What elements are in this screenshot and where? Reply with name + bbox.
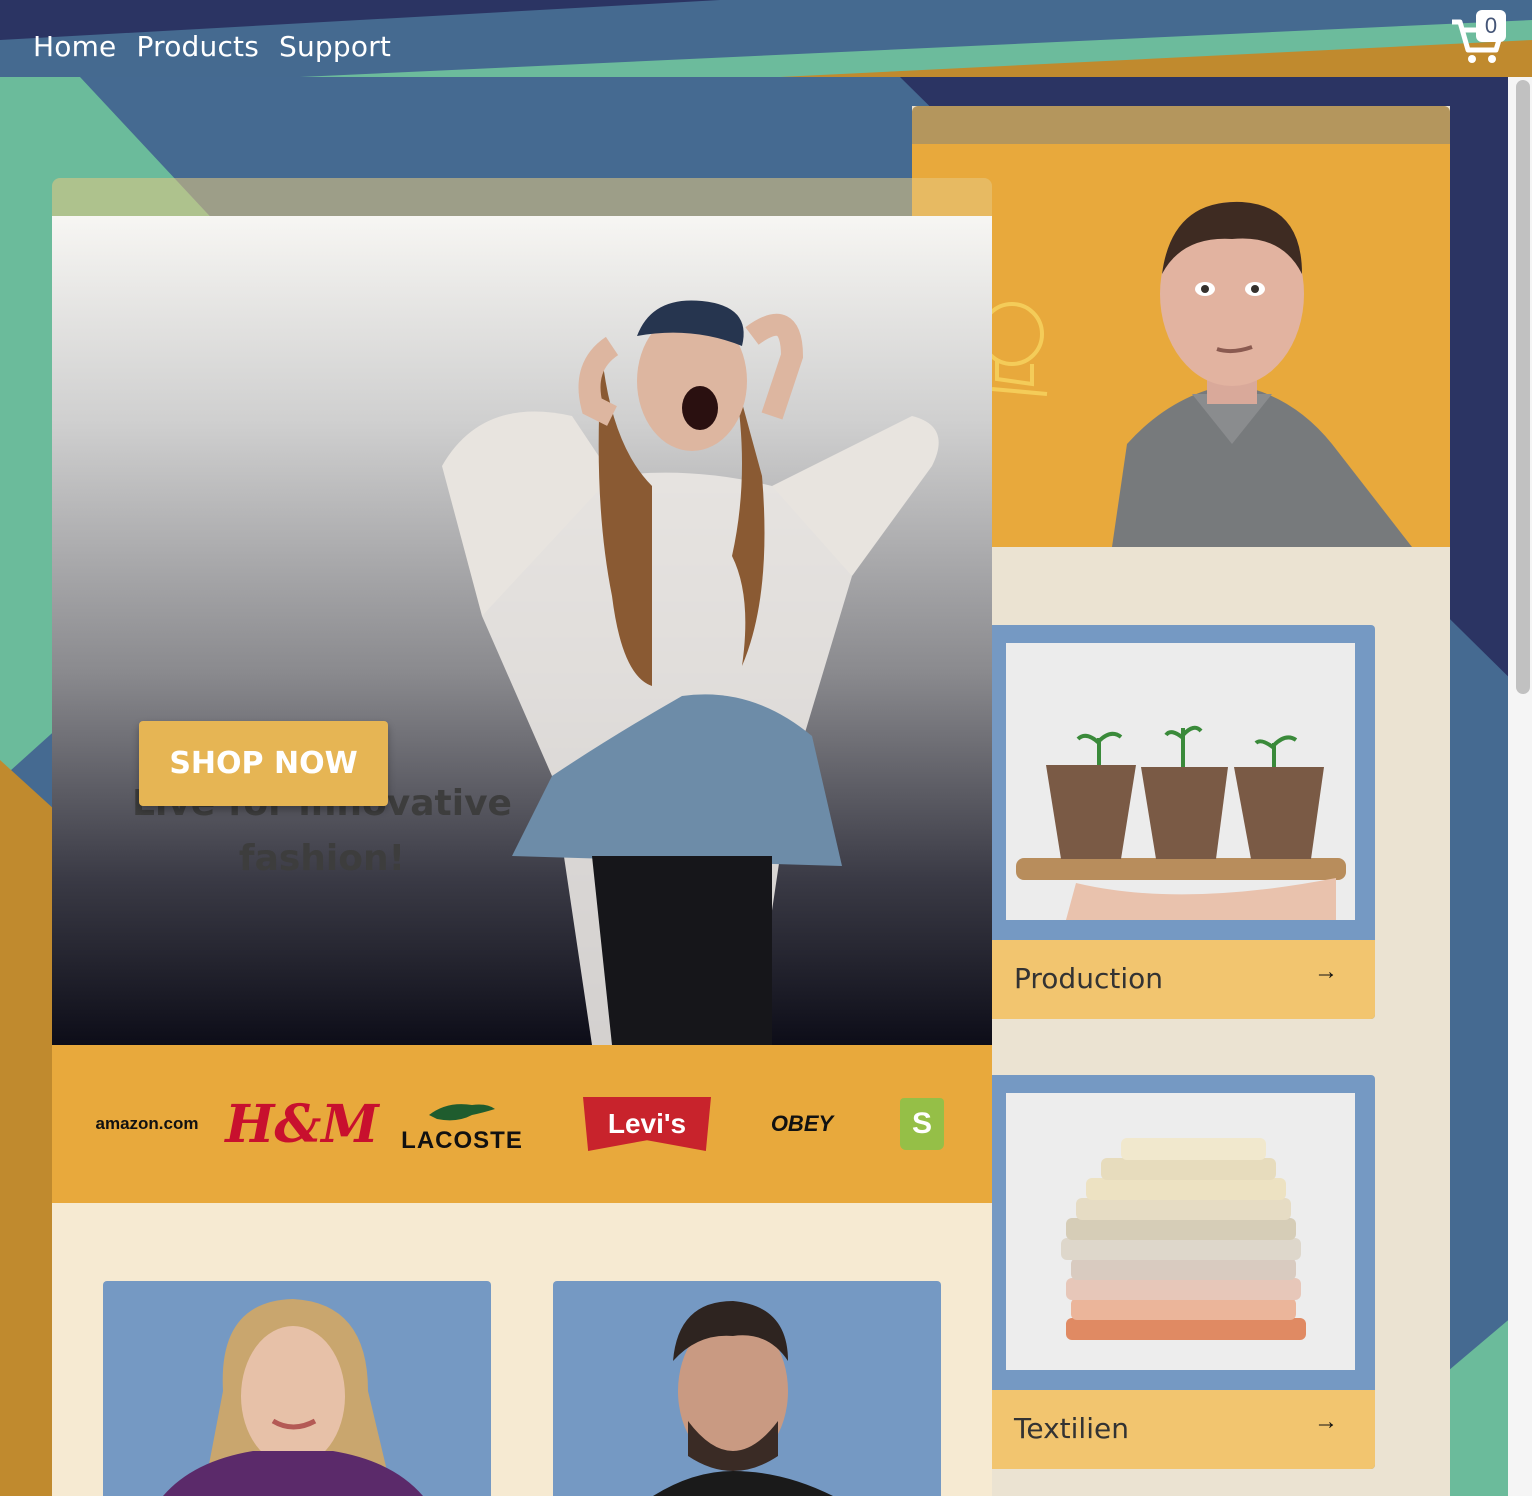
- top-navbar: Home Products Support 0: [0, 0, 1532, 77]
- right-column-header-bar: [912, 106, 1450, 144]
- cart-count-badge: 0: [1476, 10, 1506, 42]
- woman-portrait-image: [163, 1299, 423, 1496]
- category-card-production[interactable]: Production →: [992, 625, 1375, 1019]
- hm-logo: H&M: [225, 1093, 379, 1155]
- category-label: Production: [1014, 962, 1163, 995]
- shopify-logo: S: [892, 1045, 952, 1203]
- seedlings-image: [1006, 643, 1355, 920]
- man-portrait-image: [980, 201, 1412, 547]
- lacoste-logo: LACOSTE: [397, 1045, 527, 1203]
- levis-logo: Levi's: [582, 1045, 712, 1203]
- category-footer: Production →: [992, 940, 1375, 1019]
- nav-links: Home Products Support: [33, 30, 391, 63]
- nav-support-link[interactable]: Support: [279, 30, 391, 63]
- category-label: Textilien: [1014, 1412, 1129, 1445]
- category-footer: Textilien →: [992, 1390, 1375, 1469]
- woman-card[interactable]: [103, 1281, 491, 1496]
- crocodile-icon: [429, 1104, 495, 1121]
- nav-products-link[interactable]: Products: [137, 30, 260, 63]
- shop-now-button[interactable]: SHOP NOW: [139, 721, 388, 806]
- obey-logo: OBEY: [770, 1111, 834, 1136]
- folded-textiles-image: [1006, 1093, 1355, 1370]
- hero-header-bar: [52, 178, 992, 216]
- arrow-right-icon[interactable]: →: [1314, 1408, 1338, 1436]
- amazon-logo: amazon.com: [95, 1114, 199, 1133]
- scrollbar-thumb[interactable]: [1516, 80, 1530, 694]
- brand-logos-bar: amazon.com H&M LACOSTE Levi's OBEY S: [52, 1045, 992, 1203]
- featured-portrait: [912, 144, 1450, 547]
- man-portrait-image: [653, 1301, 833, 1496]
- woman-hero-image: [442, 300, 939, 1045]
- nav-home-link[interactable]: Home: [33, 30, 117, 63]
- man-card[interactable]: [553, 1281, 941, 1496]
- category-card-textilien[interactable]: Textilien →: [992, 1075, 1375, 1469]
- hero-banner: Live for innovative fashion!: [52, 216, 992, 1045]
- arrow-right-icon[interactable]: →: [1314, 958, 1338, 986]
